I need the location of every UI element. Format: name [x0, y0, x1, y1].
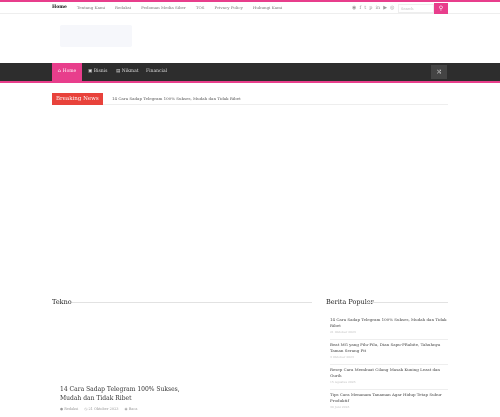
section-divider	[72, 302, 312, 303]
top-nav: Home Tentang Kami Redaksi Pedoman Media …	[52, 5, 282, 10]
nikmat-icon: ▤	[116, 69, 121, 74]
top-nav-tos[interactable]: TOS	[196, 5, 205, 10]
search-button[interactable]: ⚲	[434, 3, 448, 14]
user-icon: ●	[60, 407, 64, 411]
list-item[interactable]: 14 Cara Sadap Telegram 100% Sukses, Muda…	[330, 315, 448, 340]
top-nav-tentang[interactable]: Tentang Kami	[77, 5, 105, 10]
post-read[interactable]: ◉ Baca	[125, 407, 138, 411]
top-nav-home[interactable]: Home	[52, 5, 67, 10]
post-date: ◷ 21 Oktober 2023	[84, 407, 119, 411]
popular-posts: 14 Cara Sadap Telegram 100% Sukses, Muda…	[330, 315, 448, 415]
post-author[interactable]: ● Redaksi	[60, 407, 78, 411]
search-input[interactable]: Search	[398, 4, 434, 13]
social-icons: ◉ f t p in ▶ ◎	[352, 5, 395, 11]
nav-home[interactable]: ⌂ Home	[52, 63, 82, 81]
top-bar: Home Tentang Kami Redaksi Pedoman Media …	[0, 0, 500, 14]
featured-slider[interactable]	[52, 108, 448, 298]
pinterest-icon[interactable]: p	[369, 5, 372, 11]
post-thumbnail[interactable]	[52, 318, 314, 388]
list-item[interactable]: Beat MG yang Pilu-Pilu, Dian Sapu-PRabit…	[330, 340, 448, 365]
list-item[interactable]: Resep Cara Membuat Cilang Masak Kuning L…	[330, 365, 448, 390]
main-nav: ⌂ Home ▣ Bisnis ▤ Nikmat Financial ⤭	[0, 63, 500, 83]
nav-nikmat[interactable]: ▤ Nikmat	[116, 63, 139, 81]
list-item[interactable]: Tips Cara Menanam Tanaman Agar Hidup Tet…	[330, 390, 448, 415]
linkedin-icon[interactable]: in	[375, 5, 380, 11]
nav-bisnis[interactable]: ▣ Bisnis	[88, 63, 107, 81]
site-logo[interactable]	[60, 25, 132, 47]
youtube-icon[interactable]: ▶	[383, 5, 387, 11]
eye-icon: ◉	[124, 407, 128, 411]
home-icon: ⌂	[57, 69, 62, 74]
random-post-button[interactable]: ⤭	[431, 65, 447, 79]
instagram-icon[interactable]: ◎	[390, 5, 394, 11]
site-header	[0, 15, 500, 63]
rss-icon[interactable]: ◉	[352, 5, 356, 11]
facebook-icon[interactable]: f	[359, 5, 361, 11]
post-title[interactable]: 14 Cara Sadap Telegram 100% Sukses, Muda…	[60, 385, 190, 403]
breaking-news: Breaking News 14 Cara Sadap Telegram 100…	[52, 93, 448, 105]
bisnis-icon: ▣	[88, 69, 93, 74]
clock-icon: ◷	[84, 407, 88, 411]
twitter-icon[interactable]: t	[364, 5, 366, 11]
nav-financial[interactable]: Financial	[146, 63, 167, 81]
search-icon: ⚲	[438, 5, 444, 12]
section-title-tekno[interactable]: Tekno	[52, 298, 72, 306]
post-meta: ● Redaksi ◷ 21 Oktober 2023 ◉ Baca	[60, 407, 137, 411]
sidebar-divider	[366, 302, 448, 303]
shuffle-icon: ⤭	[436, 68, 442, 76]
breaking-headline[interactable]: 14 Cara Sadap Telegram 100% Sukses, Muda…	[112, 93, 241, 105]
top-nav-privacy[interactable]: Privacy Policy	[215, 5, 243, 10]
breaking-label: Breaking News	[52, 93, 103, 105]
top-nav-redaksi[interactable]: Redaksi	[115, 5, 131, 10]
top-nav-hubungi[interactable]: Hubungi Kami	[253, 5, 282, 10]
top-nav-pedoman[interactable]: Pedoman Media Siber	[141, 5, 186, 10]
